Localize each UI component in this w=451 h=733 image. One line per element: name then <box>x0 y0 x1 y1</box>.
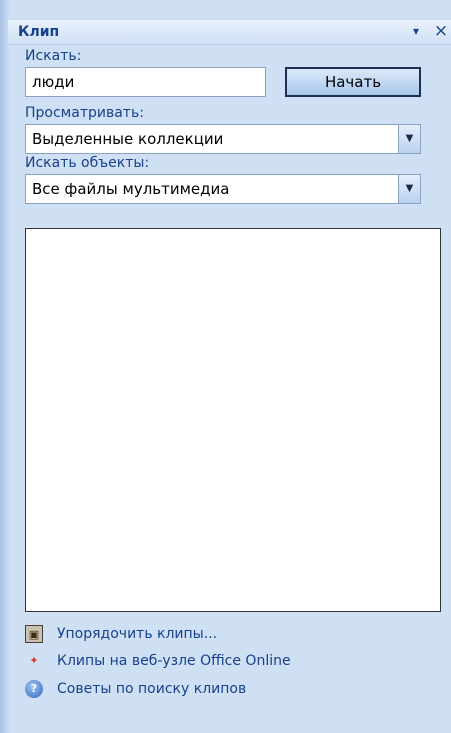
pane-left-edge <box>0 0 10 733</box>
pane-title: Клип <box>18 24 60 40</box>
go-button[interactable]: Начать <box>285 67 421 97</box>
organize-clips-icon: ▣ <box>25 625 43 643</box>
close-icon[interactable]: × <box>431 21 451 41</box>
chevron-down-icon[interactable]: ▼ <box>398 175 420 203</box>
office-online-label: Клипы на веб-узле Office Online <box>57 653 291 669</box>
office-online-link[interactable]: ✦ Клипы на веб-узле Office Online <box>25 650 291 672</box>
organize-clips-label: Упорядочить клипы... <box>57 626 218 642</box>
media-types-select-value: Все файлы мультимедиа <box>32 180 230 198</box>
media-types-label: Искать объекты: <box>25 155 150 171</box>
search-label: Искать: <box>25 48 82 64</box>
pane-title-bar: Клип ▾ × <box>8 20 451 45</box>
collections-select-value: Выделенные коллекции <box>32 130 224 148</box>
office-online-icon: ✦ <box>29 654 39 667</box>
browse-label: Просматривать: <box>25 105 144 121</box>
media-types-select[interactable]: Все файлы мультимедиа ▼ <box>25 174 421 204</box>
search-tips-link[interactable]: ? Советы по поиску клипов <box>25 678 246 700</box>
clip-art-pane: Клип ▾ × Искать: люди Начать Просматрива… <box>0 0 451 733</box>
organize-clips-link[interactable]: ▣ Упорядочить клипы... <box>25 623 217 645</box>
search-tips-label: Советы по поиску клипов <box>57 681 247 697</box>
search-input[interactable]: люди <box>25 67 266 97</box>
results-area[interactable] <box>25 228 441 612</box>
collections-select[interactable]: Выделенные коллекции ▼ <box>25 124 421 154</box>
chevron-down-icon[interactable]: ▼ <box>398 125 420 153</box>
pane-options-icon[interactable]: ▾ <box>407 21 425 41</box>
help-icon: ? <box>25 680 43 698</box>
